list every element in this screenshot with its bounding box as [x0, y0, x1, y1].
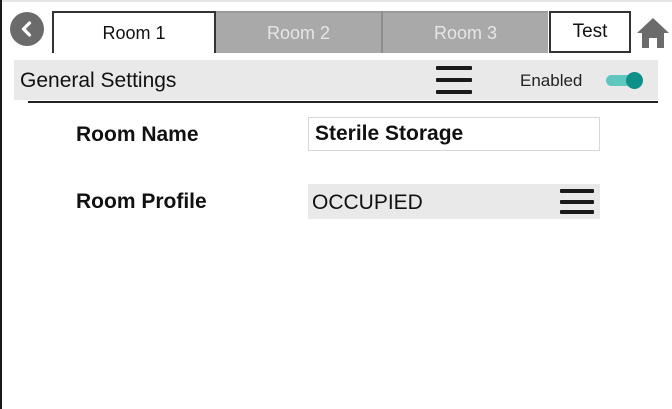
- home-icon: [637, 18, 669, 48]
- tab-room-2-label: Room 2: [266, 22, 331, 43]
- tab-test-label: Test: [572, 21, 608, 42]
- tab-room-3-label: Room 3: [433, 22, 498, 43]
- room-name-label: Room Name: [76, 123, 199, 146]
- section-divider: [28, 101, 658, 103]
- home-button[interactable]: [636, 16, 670, 50]
- chevron-left-icon: [21, 21, 32, 37]
- top-border: [0, 0, 672, 2]
- tab-test[interactable]: Test: [549, 11, 631, 53]
- enabled-label: Enabled: [520, 71, 583, 90]
- toggle-knob: [626, 72, 643, 89]
- back-button[interactable]: [10, 12, 44, 46]
- room-name-field[interactable]: [308, 117, 600, 151]
- tab-room-3[interactable]: Room 3: [383, 11, 548, 53]
- general-settings-header: General Settings Enabled: [14, 60, 658, 100]
- left-border: [0, 0, 2, 409]
- tab-room-1[interactable]: Room 1: [52, 11, 216, 53]
- tab-room-2[interactable]: Room 2: [216, 11, 381, 53]
- room-profile-value: OCCUPIED: [312, 191, 423, 214]
- room-tab-bar: Room 1 Room 2 Room 3 Test: [0, 8, 672, 54]
- hamburger-menu-icon[interactable]: [560, 189, 594, 214]
- room-profile-label: Room Profile: [76, 190, 207, 213]
- hamburger-menu-icon[interactable]: [436, 66, 472, 94]
- room-profile-select[interactable]: OCCUPIED: [308, 184, 600, 219]
- tab-room-1-label: Room 1: [102, 22, 166, 43]
- enabled-toggle[interactable]: [604, 72, 644, 89]
- section-title: General Settings: [20, 69, 177, 92]
